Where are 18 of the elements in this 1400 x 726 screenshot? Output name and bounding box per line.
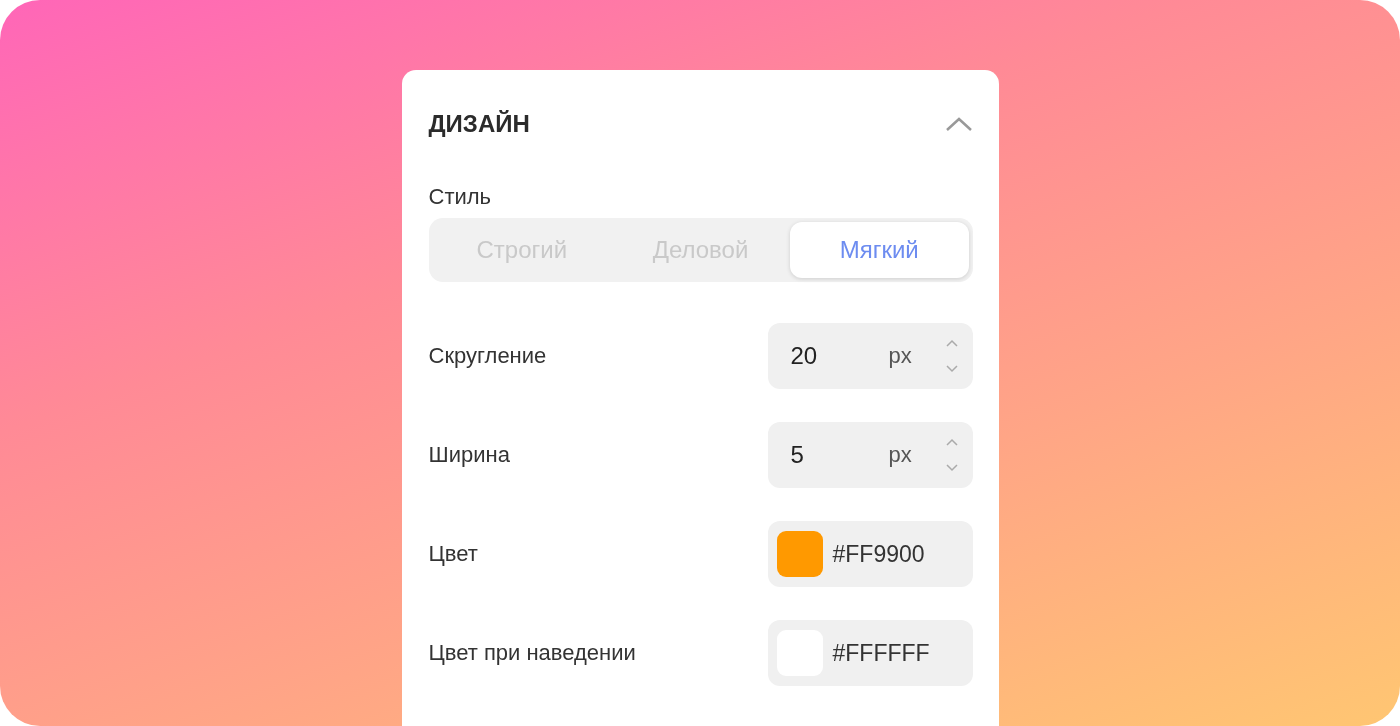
field-label: Стиль (428, 184, 492, 210)
field-label: Цвет при наведении (428, 640, 636, 666)
hex-value: #FF9900 (832, 540, 925, 568)
color-field[interactable]: #FF9900 (767, 521, 973, 587)
field-label: Ширина (428, 442, 510, 468)
hex-value: #FFFFFF (832, 639, 930, 667)
color-swatch[interactable] (776, 531, 823, 577)
chevron-icon[interactable] (944, 115, 973, 133)
number-input[interactable]: 5 px (767, 422, 973, 488)
field-label: Скругление (428, 343, 547, 369)
color-field[interactable]: #FFFFFF (767, 620, 973, 686)
input-value: 20 (790, 342, 819, 370)
section-title: ДИЗАЙН (428, 110, 530, 138)
field-label: Цвет (428, 541, 478, 567)
input-value: 5 (790, 441, 805, 469)
unit-label: px (888, 442, 912, 468)
number-input[interactable]: 20 px (767, 323, 973, 389)
unit-label: px (888, 343, 912, 369)
